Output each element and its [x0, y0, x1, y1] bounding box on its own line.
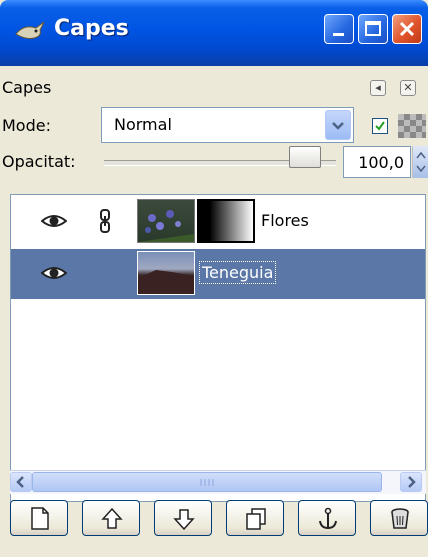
mode-select[interactable]: Normal — [101, 107, 354, 143]
scroll-right-button[interactable] — [400, 472, 422, 492]
layer-row-teneguia[interactable]: Teneguia — [11, 249, 425, 299]
close-icon: ✕ — [403, 81, 413, 94]
title-bar[interactable]: Capes — [0, 0, 428, 66]
minimize-icon — [333, 33, 344, 36]
eye-icon[interactable] — [41, 211, 67, 231]
duplicate-layer-button[interactable] — [226, 500, 284, 536]
layer-thumbnail — [137, 251, 195, 295]
lower-layer-button[interactable] — [154, 500, 212, 536]
tab-menu-button[interactable]: ◂ — [370, 80, 386, 96]
window-title: Capes — [54, 16, 129, 41]
transparency-lock-icon — [398, 114, 426, 138]
grip-icon — [200, 479, 214, 486]
mode-label: Mode: — [2, 116, 51, 135]
chevron-right-icon — [408, 476, 416, 488]
close-icon — [399, 21, 415, 37]
new-layer-button[interactable] — [10, 500, 68, 536]
opacity-value: 100,0 — [358, 153, 404, 172]
landscape-image — [138, 270, 194, 294]
mode-value: Normal — [114, 115, 172, 134]
layers-dock: Capes ◂ ✕ Mode: Normal Opacitat: 100,0 F… — [0, 66, 428, 557]
minimize-button[interactable] — [324, 14, 354, 44]
dock-tab-label: Capes — [2, 78, 52, 97]
raise-layer-icon — [101, 507, 123, 529]
delete-layer-button[interactable] — [370, 500, 428, 536]
scroll-left-button[interactable] — [10, 472, 32, 492]
layer-row-flores[interactable]: Flores — [11, 197, 425, 247]
keep-transparency-checkbox[interactable] — [372, 118, 388, 134]
layer-thumbnail — [137, 199, 195, 243]
opacity-slider-thumb[interactable] — [289, 146, 321, 168]
maximize-button[interactable] — [358, 14, 388, 44]
close-button[interactable] — [392, 14, 422, 44]
checkmark-icon — [375, 121, 385, 131]
anchor-layer-icon — [319, 507, 337, 530]
dock-close-button[interactable]: ✕ — [400, 80, 416, 96]
scroll-thumb[interactable] — [32, 472, 382, 492]
horizontal-scrollbar[interactable] — [10, 470, 426, 494]
lower-layer-icon — [173, 509, 195, 531]
layers-toolbar — [10, 498, 428, 538]
layer-mask-thumbnail[interactable] — [197, 199, 255, 243]
layer-name[interactable]: Teneguia — [199, 261, 277, 284]
chevron-left-icon — [16, 476, 24, 488]
layer-name[interactable]: Flores — [261, 211, 309, 230]
new-layer-icon — [31, 507, 49, 530]
trash-icon — [391, 508, 409, 529]
chain-link-icon[interactable] — [99, 209, 111, 233]
layers-list[interactable]: Flores Teneguia — [10, 194, 426, 502]
eye-icon[interactable] — [41, 263, 67, 283]
opacity-input[interactable]: 100,0 — [343, 146, 411, 178]
opacity-spin-buttons[interactable] — [412, 146, 428, 178]
chevron-down-icon — [332, 122, 344, 130]
mode-dropdown-button[interactable] — [325, 110, 351, 140]
gimp-wilber-icon — [15, 21, 45, 39]
maximize-icon — [365, 21, 381, 36]
anchor-layer-button[interactable] — [298, 500, 356, 536]
triangle-left-icon: ◂ — [375, 81, 381, 94]
raise-layer-button[interactable] — [82, 500, 140, 536]
opacity-label: Opacitat: — [2, 152, 76, 171]
flowers-image — [138, 210, 194, 242]
spin-arrows-icon — [416, 151, 426, 173]
duplicate-layer-icon — [246, 508, 266, 530]
